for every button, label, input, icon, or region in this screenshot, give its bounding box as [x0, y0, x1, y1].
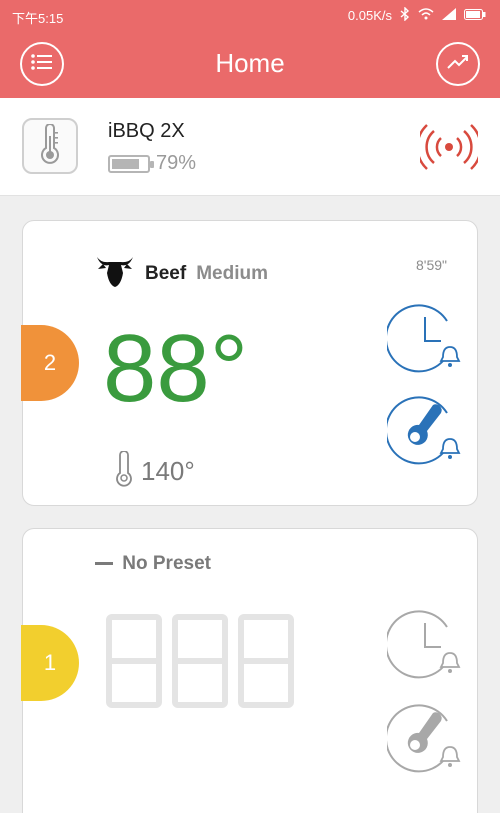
wifi-icon	[418, 8, 434, 23]
current-temperature: 88°	[103, 315, 249, 422]
dash-icon	[95, 562, 113, 566]
probe-number-badge: 1	[21, 625, 79, 701]
probe-card-1[interactable]: 1 No Preset	[21, 528, 478, 813]
timer-alarm-button[interactable]	[384, 605, 463, 681]
battery-level-bar	[108, 154, 154, 173]
temperature-alarm-icon	[384, 704, 463, 779]
app-bar: Home	[0, 30, 500, 98]
thermometer-icon	[38, 122, 62, 169]
trend-chart-icon	[446, 52, 470, 77]
target-temperature: 140°	[113, 450, 195, 492]
target-temp-value: 140°	[141, 456, 195, 486]
meat-type: Beef	[145, 262, 187, 284]
elapsed-timer: 8'59"	[415, 257, 447, 273]
page-title: Home	[215, 48, 285, 78]
device-row[interactable]: iBBQ 2X 79%	[0, 98, 500, 196]
device-name: iBBQ 2X	[108, 120, 185, 142]
trend-button[interactable]	[436, 42, 480, 86]
device-icon-box	[22, 118, 78, 174]
device-battery: 79%	[108, 152, 196, 175]
meat-preset[interactable]: Beef Medium	[95, 253, 268, 294]
timer-alarm-icon	[384, 304, 463, 379]
doneness-level: Medium	[196, 262, 268, 284]
bull-icon	[95, 253, 135, 294]
cell-signal-icon	[442, 8, 456, 23]
probe-number-badge: 2	[21, 325, 79, 401]
battery-icon	[464, 8, 486, 23]
empty-temperature-display	[103, 611, 303, 716]
temperature-alarm-button[interactable]	[384, 391, 463, 467]
timer-alarm-button[interactable]	[384, 299, 463, 375]
network-speed: 0.05K/s	[347, 8, 392, 23]
battery-percentage: 79%	[156, 152, 197, 174]
timer-alarm-icon	[384, 610, 463, 685]
status-bar: 下午5:15 0.05K/s	[0, 0, 500, 30]
status-time: 下午5:15	[12, 11, 64, 26]
bluetooth-icon	[400, 6, 410, 24]
temperature-alarm-icon	[384, 396, 463, 471]
battery-level-fill	[112, 158, 139, 169]
meat-preset[interactable]: No Preset	[95, 553, 211, 575]
temperature-alarm-button[interactable]	[384, 699, 463, 775]
preset-label: No Preset	[122, 553, 211, 574]
connection-status[interactable]	[416, 122, 482, 177]
probe-card-2[interactable]: 2 Beef Medium 8'59" 88° 140°	[21, 220, 478, 506]
broadcast-icon	[416, 124, 482, 176]
thermometer-small-icon	[113, 450, 135, 492]
